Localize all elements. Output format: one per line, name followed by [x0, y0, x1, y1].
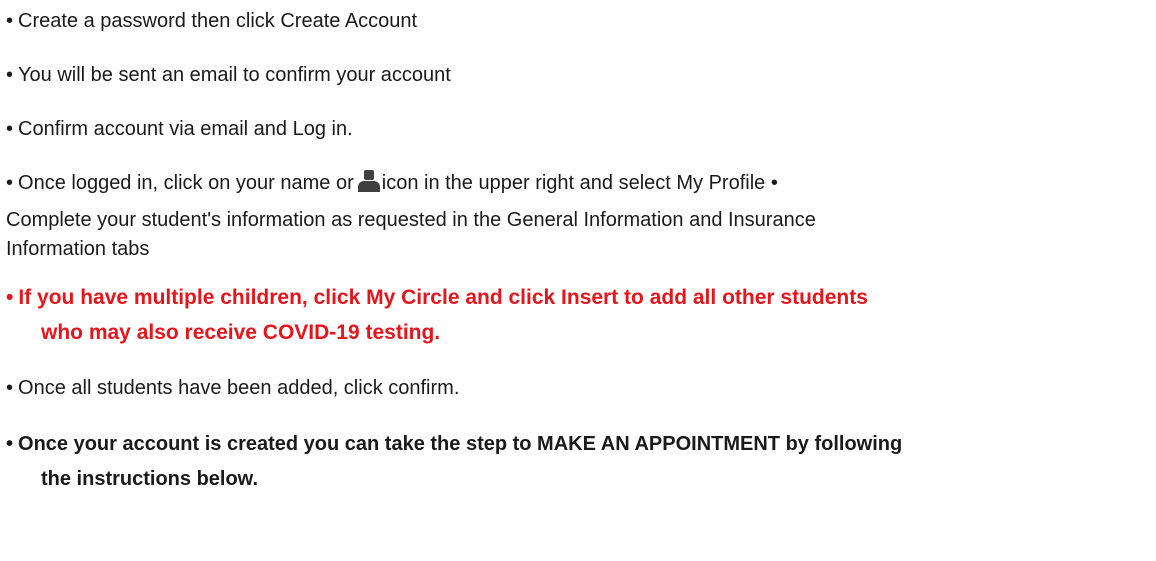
bullet: •	[6, 10, 14, 32]
list-item-profile-continued: Complete your student's information as r…	[6, 207, 816, 233]
bullet: •	[770, 172, 778, 194]
list-item-confirm-login: • Confirm account via email and Log in.	[6, 116, 353, 142]
item-text: Once logged in, click on your name or	[18, 172, 354, 194]
bullet: •	[6, 377, 14, 399]
list-item-appointment: • Once your account is created you can ta…	[6, 431, 902, 457]
list-item-multiple-children: • If you have multiple children, click My…	[6, 285, 868, 311]
bullet: •	[6, 64, 14, 86]
item-text: who may also receive COVID-19 testing.	[41, 321, 441, 344]
bullet: •	[6, 286, 14, 309]
bullet: •	[6, 118, 14, 140]
item-text: You will be sent an email to confirm you…	[18, 64, 451, 86]
item-text: Once all students have been added, click…	[18, 377, 460, 399]
bullet: •	[6, 433, 14, 455]
item-text: Confirm account via email and Log in.	[18, 118, 353, 140]
item-text: Once your account is created you can tak…	[18, 433, 903, 455]
item-text: the instructions below.	[41, 468, 259, 490]
list-item-email-sent: • You will be sent an email to confirm yo…	[6, 62, 451, 88]
list-item-profile-continued: Information tabs	[6, 236, 149, 262]
item-text: icon in the upper right and select My Pr…	[381, 172, 766, 194]
list-item-all-added: • Once all students have been added, clic…	[6, 375, 459, 401]
item-text: If you have multiple children, click My …	[18, 286, 868, 309]
list-item-multiple-children-continued: who may also receive COVID-19 testing.	[41, 320, 440, 346]
item-text: Create a password then click Create Acco…	[18, 10, 418, 32]
item-text: Information tabs	[6, 238, 150, 260]
list-item-create-password: • Create a password then click Create Acc…	[6, 8, 417, 34]
item-text: Complete your student's information as r…	[6, 209, 816, 231]
bullet: •	[6, 172, 14, 194]
list-item-profile: • Once logged in, click on your name or ic…	[6, 170, 778, 196]
user-icon	[357, 170, 380, 192]
list-item-appointment-continued: the instructions below.	[41, 466, 258, 492]
